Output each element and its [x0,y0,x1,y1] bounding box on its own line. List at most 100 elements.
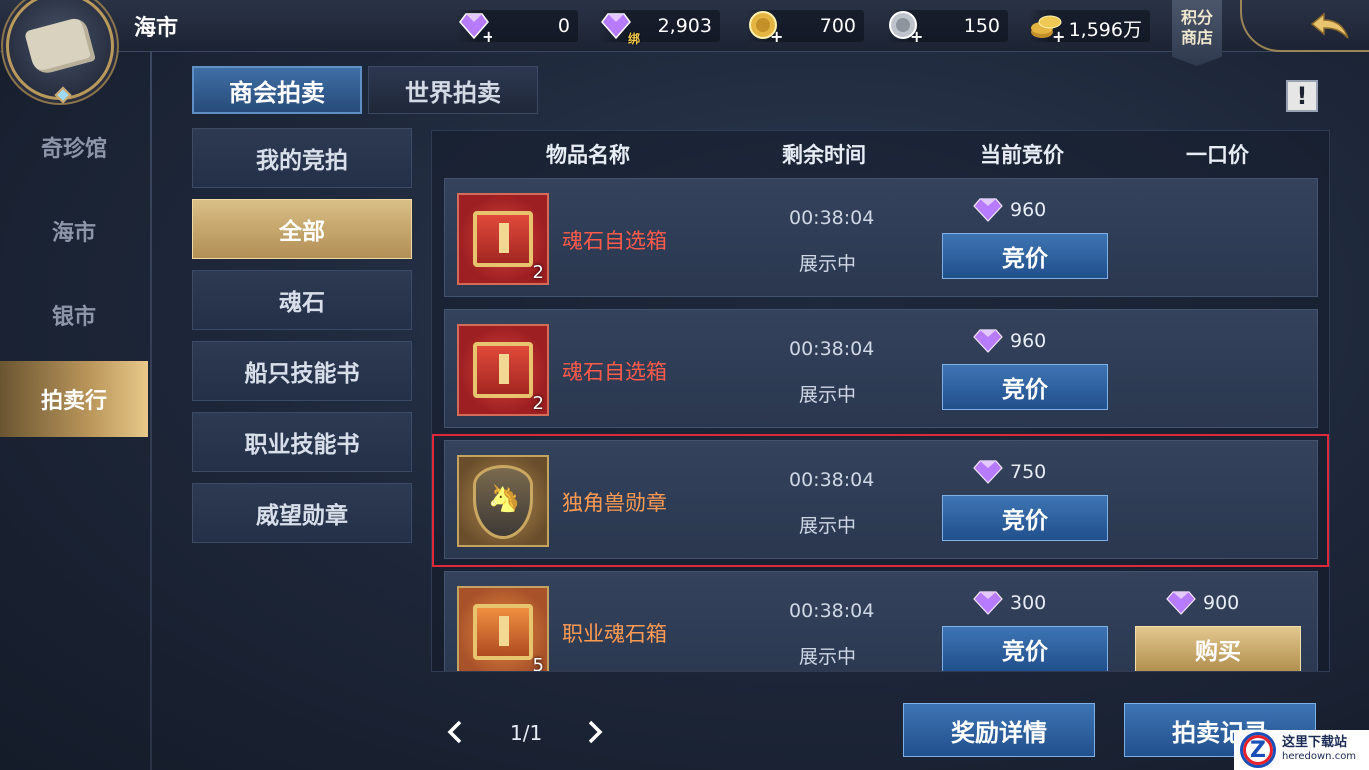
category-label: 我的竞拍 [256,148,348,174]
category-soul-stone[interactable]: 魂石 [192,270,412,330]
currency-bound-diamond[interactable]: 绑 2,903 [598,8,720,46]
back-button[interactable] [1300,6,1360,46]
nav-item-auction-house[interactable]: 拍卖行 [0,361,148,437]
remaining-time: 00:38:04 [789,469,875,491]
currency-value: 2,903 [657,15,712,37]
reward-details-label: 奖励详情 [951,718,1047,747]
category-label: 职业技能书 [244,432,360,458]
bid-value: 960 [1010,330,1047,352]
nav-item-label: 海市 [51,221,96,246]
info-button[interactable]: ! [1286,80,1318,112]
currency-gold[interactable]: + 700 [746,10,864,46]
item-name: 独角兽勋章 [562,491,667,515]
purple-diamond-icon: + [456,8,495,46]
category-prestige-medal[interactable]: 威望勋章 [192,483,412,543]
page-title: 海市 [134,16,179,41]
watermark-cn-text: 这里下载站 [1282,735,1348,750]
column-header-item-name: 物品名称 [546,143,630,167]
bid-button[interactable]: 竞价 [942,495,1108,541]
remaining-time: 00:38:04 [789,207,875,229]
table-row[interactable]: 2 魂石自选箱 00:38:04 展示中 960 竞价 [444,309,1318,428]
currency-value: 1,596万 [1068,19,1142,41]
site-watermark: Z 这里下载站 heredown.com [1234,730,1369,770]
pagination: 1/1 [440,712,620,752]
table-row[interactable]: 2 魂石自选箱 00:38:04 展示中 960 竞价 [444,178,1318,297]
buy-button[interactable]: 购买 [1135,626,1301,671]
left-nav: 奇珍馆 海市 银市 拍卖行 [0,105,150,441]
column-header-current-bid: 当前竞价 [980,143,1064,167]
category-label: 船只技能书 [244,361,360,387]
table-row[interactable]: 5 职业魂石箱 00:38:04 展示中 300 竞价 900 购买 [444,571,1318,672]
svg-text:+: + [482,27,492,44]
bid-button-label: 竞价 [1002,246,1048,272]
item-status: 展示中 [799,384,857,406]
nav-item-sea-market[interactable]: 海市 [0,189,148,273]
svg-text:+: + [770,27,782,44]
category-my-bids[interactable]: 我的竞拍 [192,128,412,188]
nav-item-silver-market[interactable]: 银市 [0,273,148,357]
soul-stone-chest-icon [473,342,533,398]
silver-coin-icon: + [886,8,923,46]
bid-button[interactable]: 竞价 [942,233,1108,279]
item-thumbnail[interactable]: 2 [457,324,549,416]
page-indicator: 1/1 [510,721,543,745]
back-arrow-icon [1310,12,1349,39]
item-quantity: 2 [532,393,544,414]
soul-stone-chest-icon [473,211,533,267]
purple-diamond-icon [973,329,1003,353]
chevron-left-icon [447,720,462,744]
bid-button[interactable]: 竞价 [942,626,1108,671]
bound-tag: 绑 [627,32,640,46]
remaining-time: 00:38:04 [789,338,875,360]
nav-item-rare-goods[interactable]: 奇珍馆 [0,105,148,189]
bid-button[interactable]: 竞价 [942,364,1108,410]
buyout-price: 900 [1165,590,1239,616]
item-status: 展示中 [799,253,857,275]
category-label: 全部 [279,219,325,245]
currency-value: 0 [557,15,570,37]
table-header: 物品名称 剩余时间 当前竞价 一口价 [432,131,1329,173]
bid-button-label: 竞价 [1002,639,1048,665]
currency-gold-stack[interactable]: + 1,596万 [1028,10,1150,46]
category-class-skill-book[interactable]: 职业技能书 [192,412,412,472]
class-soul-stone-chest-icon [473,604,533,660]
unicorn-medal-icon [473,465,533,539]
buy-button-label: 购买 [1195,639,1241,665]
current-bid-price: 750 [972,459,1046,485]
prev-page-button[interactable] [440,712,470,752]
nav-item-label: 拍卖行 [40,389,107,414]
item-quantity: 5 [532,655,544,672]
scroll-emblem-icon [6,0,114,104]
tab-label: 商会拍卖 [229,78,325,107]
column-header-remaining-time: 剩余时间 [782,143,866,167]
item-thumbnail[interactable] [457,455,549,547]
purple-diamond-icon [973,198,1003,222]
category-menu: 我的竞拍 全部 魂石 船只技能书 职业技能书 威望勋章 [192,128,412,554]
points-shop-button[interactable]: 积分商店 [1172,0,1222,66]
current-bid-price: 960 [972,328,1046,354]
table-row[interactable]: 独角兽勋章 00:38:04 展示中 750 竞价 [444,440,1318,559]
chevron-right-icon [588,720,603,744]
next-page-button[interactable] [580,712,610,752]
item-thumbnail[interactable]: 2 [457,193,549,285]
tab-guild-auction[interactable]: 商会拍卖 [192,66,362,114]
category-label: 魂石 [279,290,325,316]
bid-value: 750 [1010,461,1047,483]
currency-value: 700 [819,15,856,37]
tab-world-auction[interactable]: 世界拍卖 [368,66,538,114]
auction-tabs: 商会拍卖 世界拍卖 [192,66,538,114]
currency-diamond[interactable]: + 0 [456,8,578,46]
reward-details-button[interactable]: 奖励详情 [903,703,1095,757]
currency-silver[interactable]: + 150 [886,8,1008,46]
item-thumbnail[interactable]: 5 [457,586,549,672]
nav-item-label: 银市 [51,305,96,330]
top-bar: 海市 + 0 绑 2,903 + 700 + 150 + 1,596万 积分商店 [0,0,1369,66]
category-all[interactable]: 全部 [192,199,412,259]
exclamation-icon: ! [1296,82,1308,110]
purple-diamond-icon [1166,591,1196,615]
nav-item-label: 奇珍馆 [40,137,107,162]
item-name: 职业魂石箱 [562,622,667,646]
bound-purple-diamond-icon: 绑 [598,8,640,46]
item-quantity: 2 [532,262,544,283]
category-ship-skill-book[interactable]: 船只技能书 [192,341,412,401]
